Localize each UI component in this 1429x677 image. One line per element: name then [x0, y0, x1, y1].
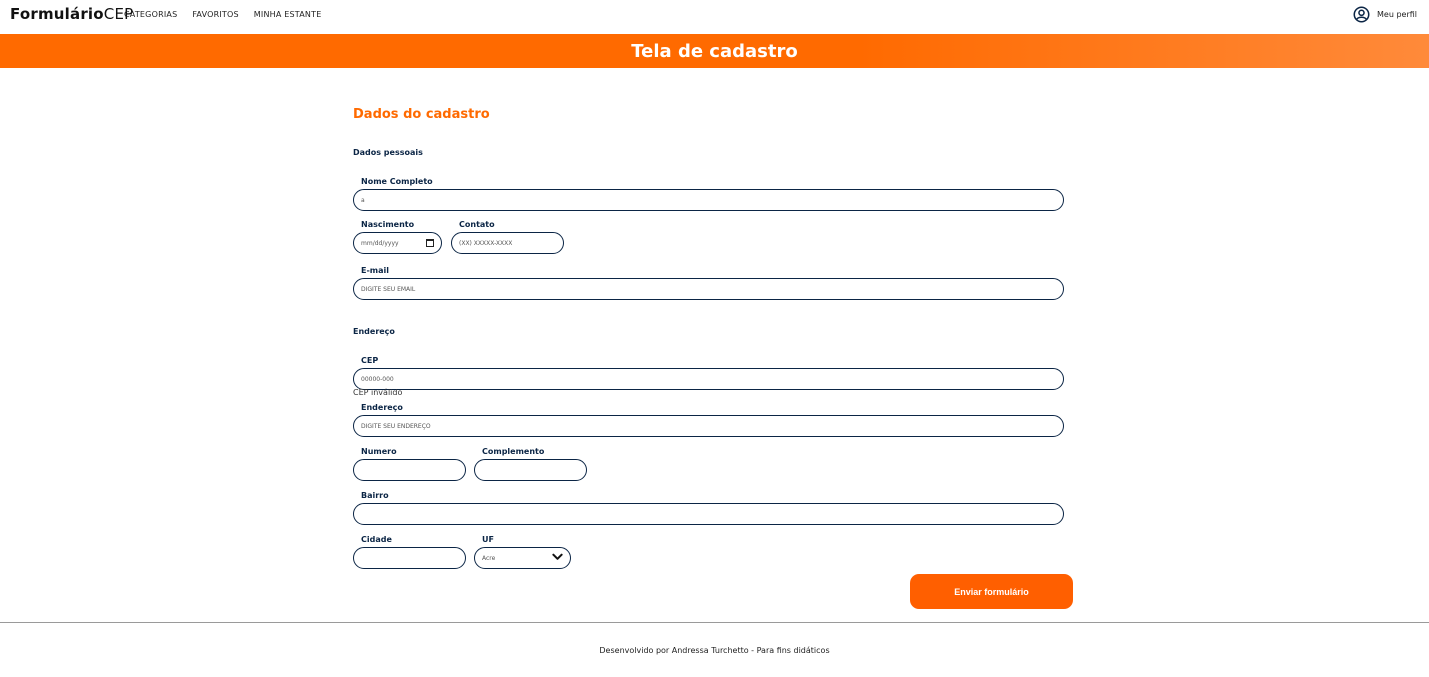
email-label: E-mail: [361, 266, 390, 275]
submit-button[interactable]: Enviar formulário: [910, 574, 1073, 609]
cep-error: CEP inválido: [353, 388, 403, 397]
nome-input[interactable]: a: [353, 189, 1064, 211]
nome-label: Nome Completo: [361, 177, 433, 186]
top-navbar: FormulárioCEP CATEGORIAS FAVORITOS MINHA…: [0, 0, 1429, 34]
uf-selected-value: Acre: [482, 554, 496, 562]
contato-placeholder: (XX) XXXXX-XXXX: [459, 239, 513, 247]
numero-input[interactable]: [353, 459, 466, 481]
nascimento-input[interactable]: mm/dd/yyyy: [353, 232, 442, 254]
contato-label: Contato: [459, 220, 495, 229]
cep-label: CEP: [361, 356, 379, 365]
nascimento-placeholder: mm/dd/yyyy: [361, 239, 399, 247]
profile-label: Meu perfil: [1377, 10, 1417, 19]
chevron-down-icon: [552, 553, 563, 563]
nav-categorias[interactable]: CATEGORIAS: [124, 10, 177, 19]
section-title: Dados do cadastro: [353, 107, 490, 122]
brand-bold-text: Formulário: [10, 5, 104, 23]
brand-logo[interactable]: FormulárioCEP: [10, 5, 133, 23]
uf-label: UF: [482, 535, 494, 544]
calendar-icon[interactable]: [426, 239, 434, 247]
nav-favoritos[interactable]: FAVORITOS: [192, 10, 238, 19]
cep-placeholder: 00000-000: [361, 375, 394, 383]
complemento-label: Complemento: [482, 447, 545, 456]
numero-label: Numero: [361, 447, 397, 456]
nav-minha-estante[interactable]: MINHA ESTANTE: [254, 10, 322, 19]
email-placeholder: DIGITE SEU EMAIL: [361, 285, 416, 293]
cep-input[interactable]: 00000-000: [353, 368, 1064, 390]
user-circle-icon: [1353, 6, 1370, 23]
cidade-label: Cidade: [361, 535, 392, 544]
contato-input[interactable]: (XX) XXXXX-XXXX: [451, 232, 564, 254]
footer-text: Desenvolvido por Andressa Turchetto - Pa…: [599, 646, 830, 655]
profile-link[interactable]: Meu perfil: [1353, 6, 1417, 23]
nome-value: a: [361, 196, 365, 204]
page-title: Tela de cadastro: [631, 40, 798, 62]
complemento-input[interactable]: [474, 459, 587, 481]
main-nav: CATEGORIAS FAVORITOS MINHA ESTANTE: [124, 10, 321, 19]
cidade-input[interactable]: [353, 547, 466, 569]
bairro-label: Bairro: [361, 491, 389, 500]
footer-divider: [0, 622, 1429, 623]
page-banner: Tela de cadastro: [0, 34, 1429, 68]
endereco-input[interactable]: DIGITE SEU ENDEREÇO: [353, 415, 1064, 437]
endereco-label: Endereço: [361, 403, 403, 412]
email-input[interactable]: DIGITE SEU EMAIL: [353, 278, 1064, 300]
bairro-input[interactable]: [353, 503, 1064, 525]
nascimento-label: Nascimento: [361, 220, 415, 229]
address-title: Endereço: [353, 327, 395, 336]
personal-data-title: Dados pessoais: [353, 148, 423, 157]
uf-select[interactable]: Acre: [474, 547, 571, 569]
endereco-placeholder: DIGITE SEU ENDEREÇO: [361, 422, 431, 430]
